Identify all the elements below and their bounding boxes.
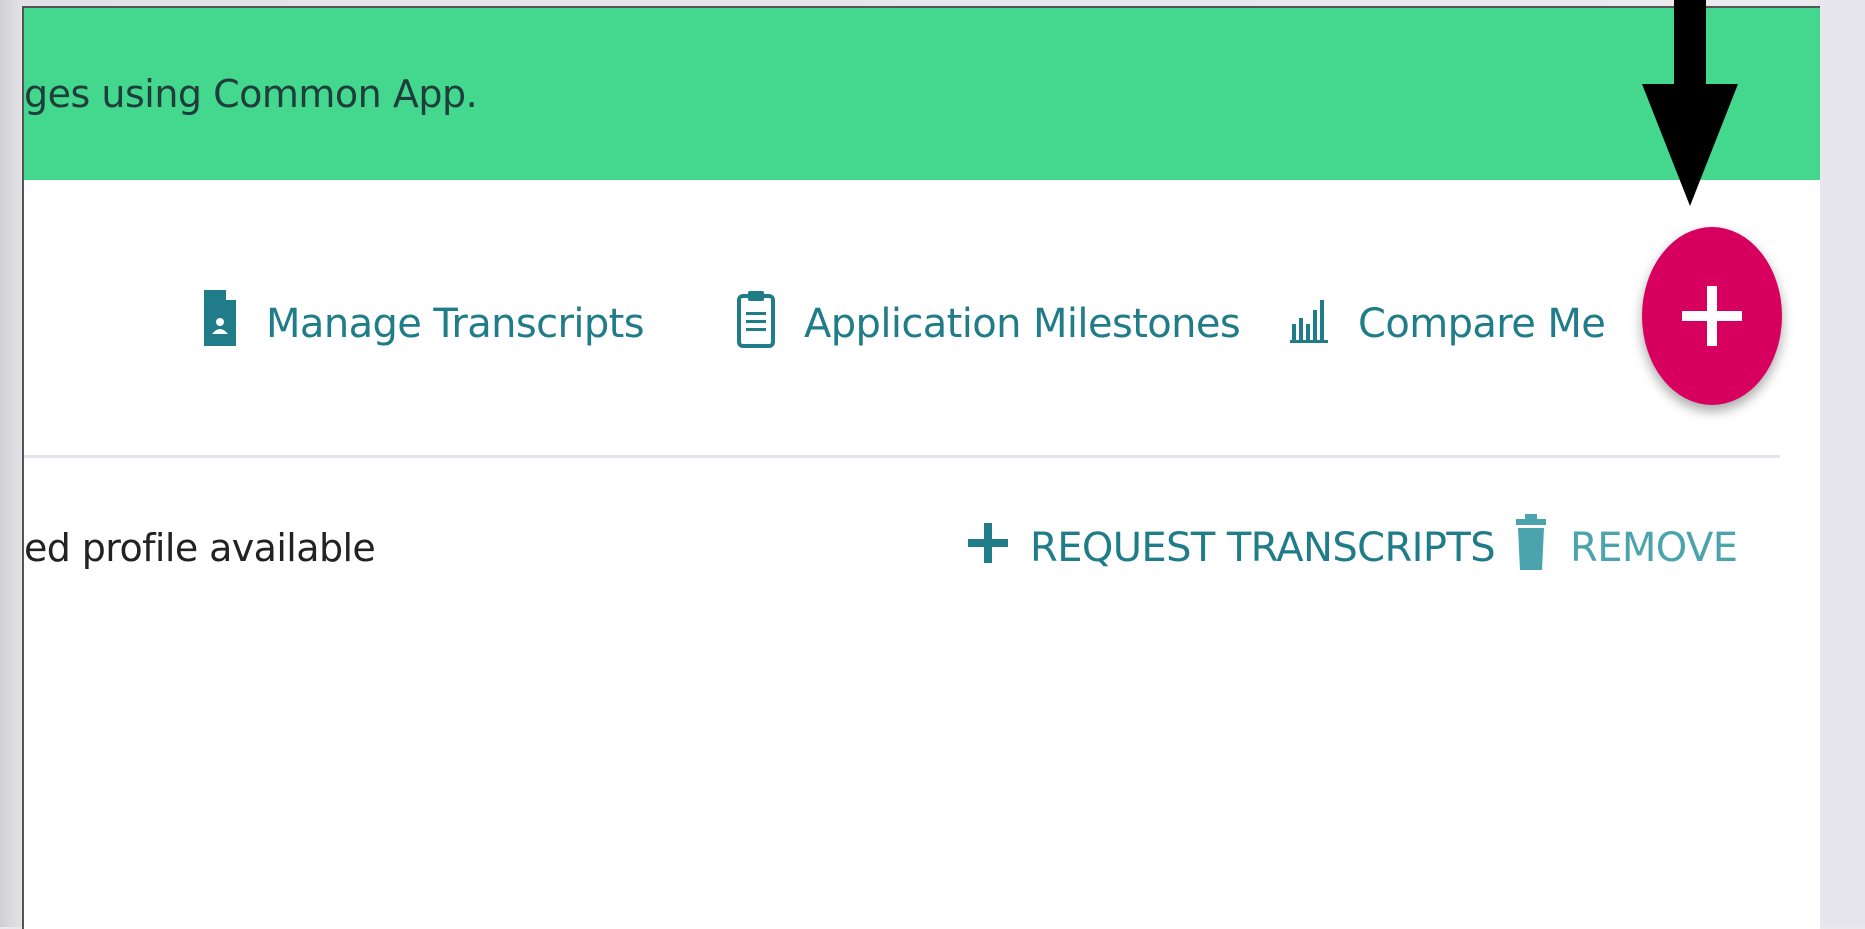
college-row: ed profile available REQUEST TRANSCRIPTS…: [24, 508, 1820, 588]
bar-chart-icon: [1290, 294, 1330, 354]
transcript-file-icon: [202, 290, 238, 358]
remove-button[interactable]: REMOVE: [1514, 508, 1738, 588]
nav-manage-transcripts-label: Manage Transcripts: [266, 301, 645, 347]
request-transcripts-label: REQUEST TRANSCRIPTS: [1030, 525, 1496, 571]
arrow-down-icon: [1642, 0, 1738, 206]
profile-status-text: ed profile available: [24, 526, 376, 570]
nav-manage-transcripts[interactable]: Manage Transcripts: [202, 284, 645, 364]
plus-icon: [1682, 286, 1742, 346]
remove-label: REMOVE: [1570, 525, 1738, 571]
banner-text: ges using Common App.: [24, 72, 478, 116]
nav-application-milestones[interactable]: Application Milestones: [736, 284, 1241, 364]
college-nav: Manage Transcripts Application Milestone…: [24, 284, 1820, 364]
nav-compare-me[interactable]: Compare Me: [1290, 284, 1606, 364]
info-banner: ges using Common App.: [24, 8, 1820, 180]
add-college-fab[interactable]: [1642, 227, 1782, 405]
request-transcripts-button[interactable]: REQUEST TRANSCRIPTS: [968, 508, 1496, 588]
nav-compare-me-label: Compare Me: [1358, 301, 1606, 347]
trash-icon: [1514, 514, 1548, 582]
right-gutter: [1818, 0, 1865, 927]
section-divider: [24, 455, 1780, 458]
plus-icon: [968, 518, 1008, 578]
clipboard-icon: [736, 290, 776, 358]
page-card: ges using Common App. Manage Transcripts: [22, 6, 1820, 929]
nav-application-milestones-label: Application Milestones: [804, 301, 1241, 347]
